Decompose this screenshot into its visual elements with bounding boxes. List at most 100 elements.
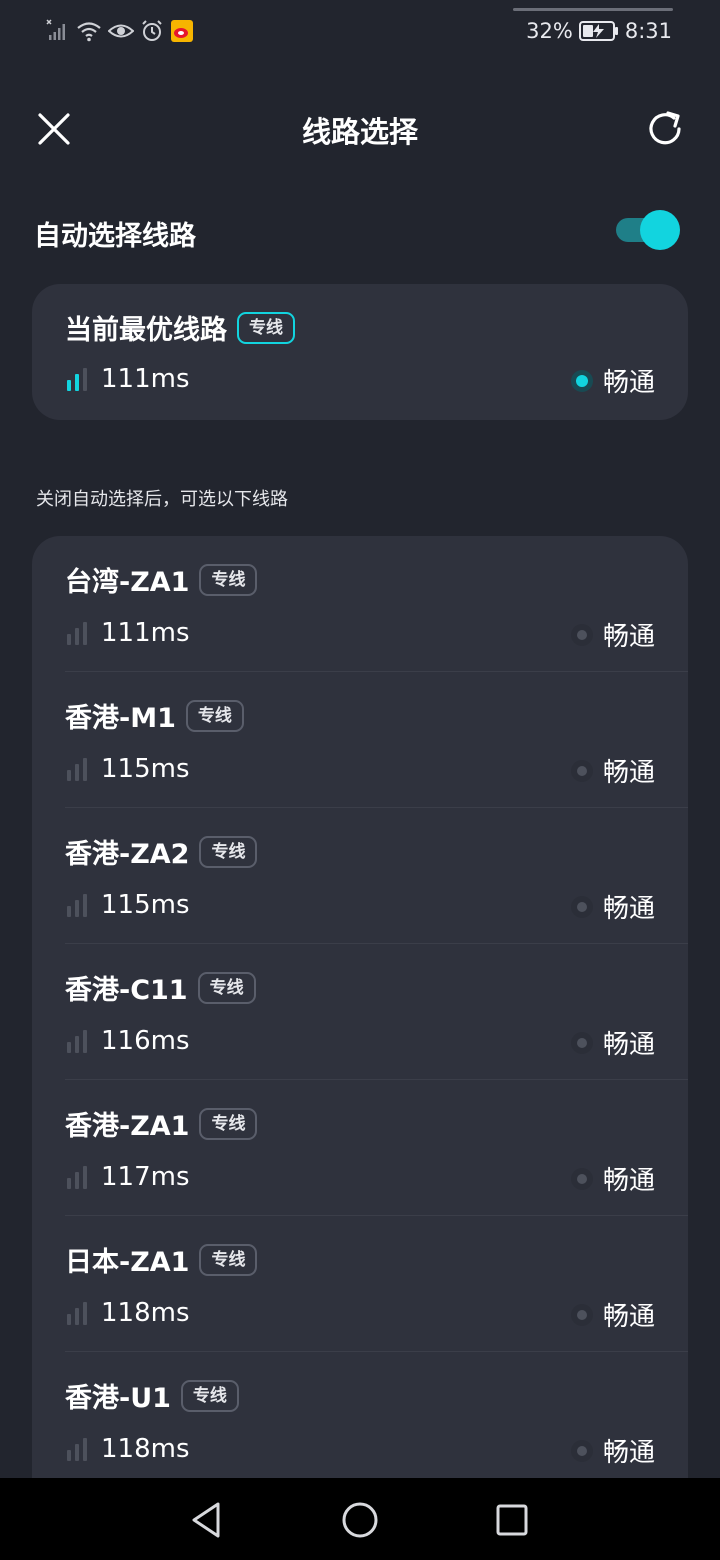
route-list-item[interactable]: 香港-U1 专线 118ms 畅通 xyxy=(32,1352,688,1488)
route-name-row: 香港-U1 专线 xyxy=(65,1376,239,1415)
signal-strength-icon xyxy=(67,1166,87,1189)
system-nav-bar xyxy=(0,1478,720,1560)
auto-select-row: 自动选择线路 xyxy=(34,208,684,254)
weibo-app-icon xyxy=(170,19,194,43)
route-latency-row: 116ms xyxy=(67,1026,190,1056)
signal-off-icon xyxy=(46,19,70,43)
status-bar: 32% 8:31 xyxy=(0,0,720,60)
route-status: 畅通 xyxy=(570,1160,655,1197)
refresh-button[interactable] xyxy=(643,107,687,151)
auto-select-label: 自动选择线路 xyxy=(34,221,196,252)
signal-strength-icon xyxy=(67,1302,87,1325)
route-status: 畅通 xyxy=(570,1296,655,1333)
selected-radio-icon xyxy=(570,369,593,392)
back-icon xyxy=(192,1502,220,1538)
route-latency-row: 117ms xyxy=(67,1162,190,1192)
route-name-row: 日本-ZA1 专线 xyxy=(65,1240,258,1279)
best-route-latency: 111ms xyxy=(101,364,190,394)
route-status: 畅通 xyxy=(570,1432,655,1469)
route-name: 香港-ZA2 xyxy=(65,839,190,870)
route-name: 台湾-ZA1 xyxy=(65,567,190,598)
route-list-item[interactable]: 香港-ZA2 专线 115ms 畅通 xyxy=(32,808,688,944)
dedicated-line-tag: 专线 xyxy=(185,699,244,732)
unselected-radio-icon[interactable] xyxy=(570,1031,593,1054)
route-latency: 116ms xyxy=(101,1026,190,1056)
route-name: 日本-ZA1 xyxy=(65,1247,190,1278)
signal-strength-icon xyxy=(67,894,87,917)
route-status-text: 畅通 xyxy=(602,1030,655,1060)
dedicated-line-tag: 专线 xyxy=(199,1243,258,1276)
best-route-status-text: 畅通 xyxy=(602,368,655,398)
route-status-text: 畅通 xyxy=(602,622,655,652)
route-list-item[interactable]: 香港-M1 专线 115ms 畅通 xyxy=(32,672,688,808)
best-route-title: 当前最优线路 xyxy=(65,315,227,346)
route-status-text: 畅通 xyxy=(602,1166,655,1196)
route-list-item[interactable]: 日本-ZA1 专线 118ms 畅通 xyxy=(32,1216,688,1352)
unselected-radio-icon[interactable] xyxy=(570,1303,593,1326)
route-name-row: 香港-M1 专线 xyxy=(65,696,244,735)
route-name-row: 香港-ZA1 专线 xyxy=(65,1104,258,1143)
route-list-item[interactable]: 香港-C11 专线 116ms 畅通 xyxy=(32,944,688,1080)
status-icons xyxy=(46,16,194,46)
auto-select-toggle[interactable] xyxy=(616,210,682,250)
dedicated-line-tag: 专线 xyxy=(199,1107,258,1140)
app-header: 线路选择 xyxy=(0,95,720,165)
route-name: 香港-M1 xyxy=(65,703,176,734)
best-route-latency-row: 111ms xyxy=(67,364,190,394)
home-icon xyxy=(342,1502,378,1538)
route-name-row: 香港-ZA2 专线 xyxy=(65,832,258,871)
route-name-row: 台湾-ZA1 专线 xyxy=(65,560,258,599)
route-list: 台湾-ZA1 专线 111ms 畅通 香港-M1 专线 115ms 畅通 香港-ZA2 专线 115… xyxy=(32,536,688,1496)
route-status-text: 畅通 xyxy=(602,1438,655,1468)
unselected-radio-icon[interactable] xyxy=(570,1167,593,1190)
signal-strength-icon xyxy=(67,622,87,645)
route-list-item[interactable]: 香港-ZA1 专线 117ms 畅通 xyxy=(32,1080,688,1216)
status-right: 32% 8:31 xyxy=(526,16,672,46)
route-latency: 115ms xyxy=(101,754,190,784)
route-latency: 117ms xyxy=(101,1162,190,1192)
dedicated-line-tag: 专线 xyxy=(199,563,258,596)
route-name: 香港-U1 xyxy=(65,1383,171,1414)
unselected-radio-icon[interactable] xyxy=(570,1439,593,1462)
dedicated-line-tag: 专线 xyxy=(197,971,256,1004)
route-status-text: 畅通 xyxy=(602,1302,655,1332)
route-latency-row: 118ms xyxy=(67,1434,190,1464)
page-title: 线路选择 xyxy=(301,115,418,149)
battery-charging-icon xyxy=(578,20,619,42)
route-name: 香港-ZA1 xyxy=(65,1111,190,1142)
route-status-text: 畅通 xyxy=(602,894,655,924)
route-latency-row: 111ms xyxy=(67,618,190,648)
dedicated-line-tag: 专线 xyxy=(180,1379,239,1412)
route-list-item[interactable]: 台湾-ZA1 专线 111ms 畅通 xyxy=(32,536,688,672)
toggle-knob xyxy=(640,210,680,250)
back-button[interactable] xyxy=(184,1498,228,1542)
recents-icon xyxy=(496,1504,528,1536)
route-status: 畅通 xyxy=(570,888,655,925)
unselected-radio-icon[interactable] xyxy=(570,623,593,646)
route-status: 畅通 xyxy=(570,616,655,653)
route-list-hint: 关闭自动选择后，可选以下线路 xyxy=(36,489,288,510)
route-latency: 111ms xyxy=(101,618,190,648)
route-latency-row: 115ms xyxy=(67,754,190,784)
best-route-card[interactable]: 当前最优线路 专线 111ms 畅通 xyxy=(32,284,688,420)
unselected-radio-icon[interactable] xyxy=(570,895,593,918)
signal-strength-icon xyxy=(67,1030,87,1053)
signal-strength-icon xyxy=(67,1438,87,1461)
route-latency-row: 115ms xyxy=(67,890,190,920)
clock-time: 8:31 xyxy=(624,19,672,43)
best-route-status: 畅通 xyxy=(570,362,655,399)
unselected-radio-icon[interactable] xyxy=(570,759,593,782)
route-status-text: 畅通 xyxy=(602,758,655,788)
home-button[interactable] xyxy=(338,1498,382,1542)
eye-icon xyxy=(108,19,134,43)
route-latency: 118ms xyxy=(101,1298,190,1328)
recents-button[interactable] xyxy=(490,1498,534,1542)
signal-strength-icon xyxy=(67,368,87,391)
refresh-icon xyxy=(649,111,681,145)
best-route-title-row: 当前最优线路 专线 xyxy=(65,308,295,347)
route-status: 畅通 xyxy=(570,1024,655,1061)
route-name-row: 香港-C11 专线 xyxy=(65,968,256,1007)
route-latency-row: 118ms xyxy=(67,1298,190,1328)
route-latency: 118ms xyxy=(101,1434,190,1464)
signal-strength-icon xyxy=(67,758,87,781)
